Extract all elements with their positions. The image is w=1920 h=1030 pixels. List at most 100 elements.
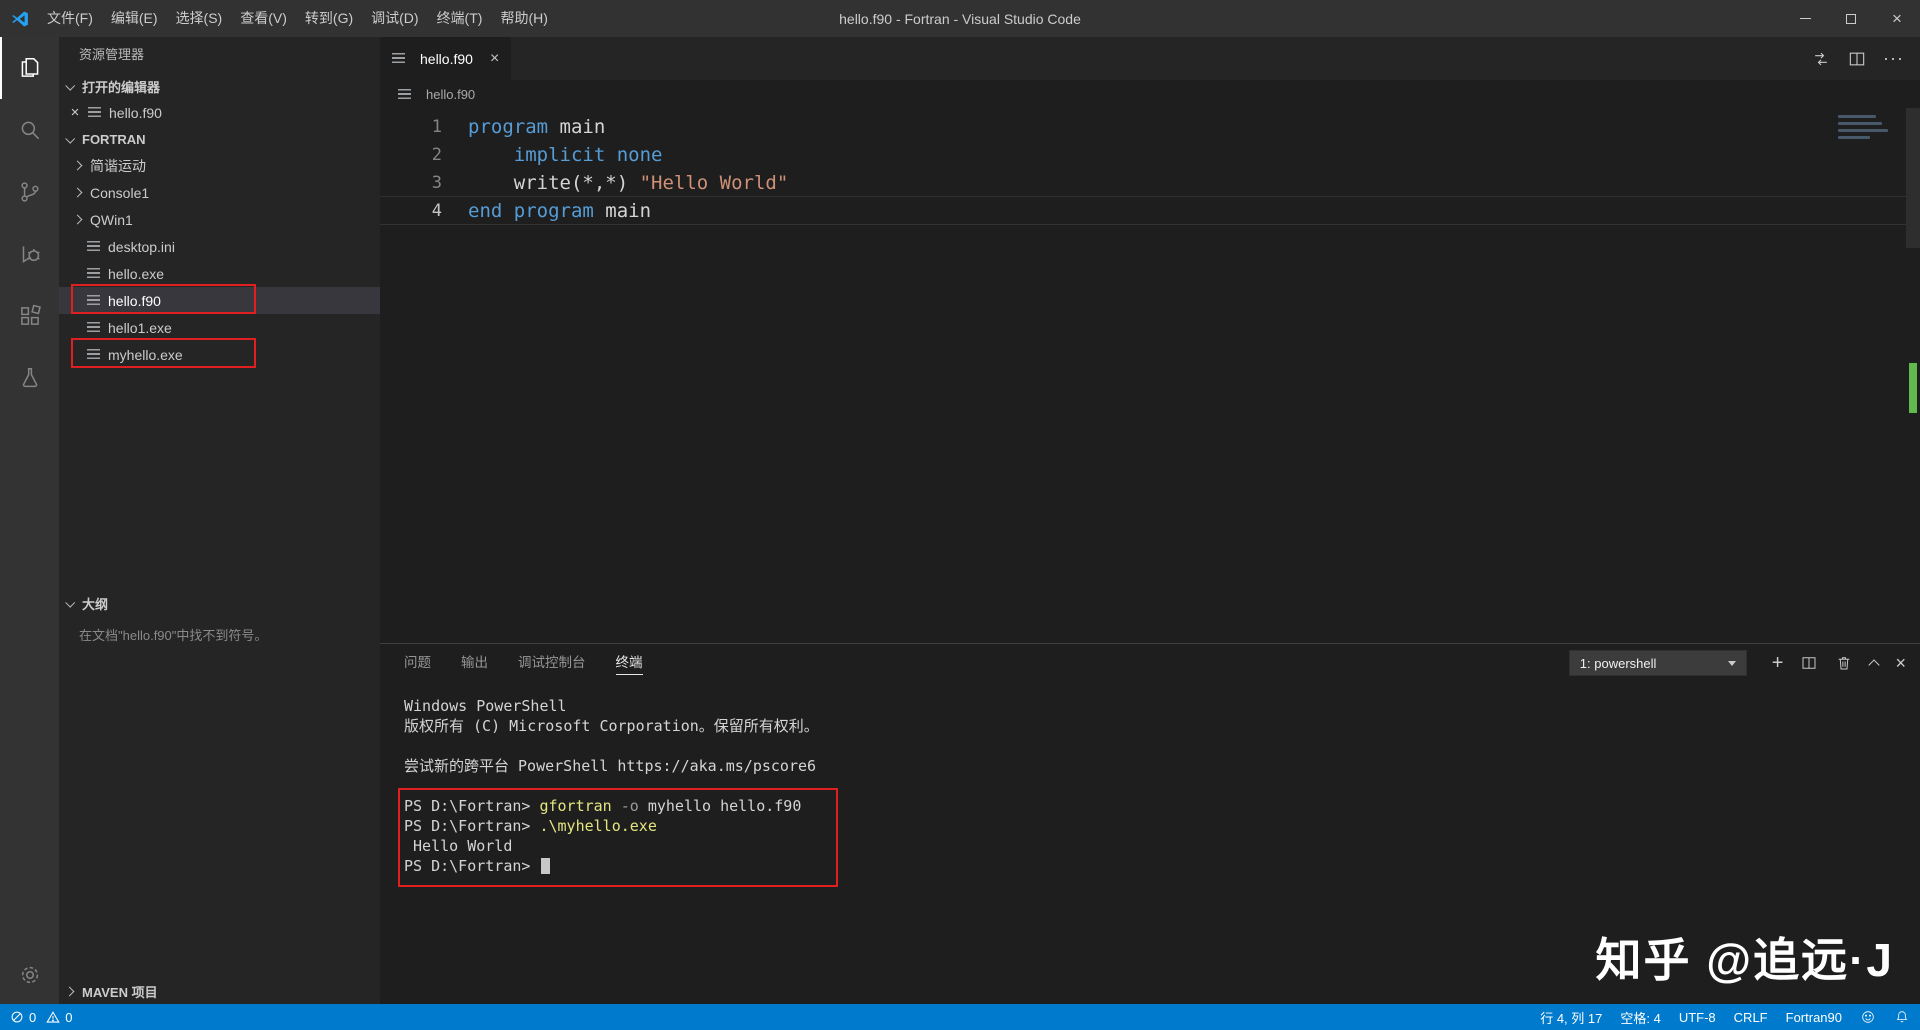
tree-item[interactable]: desktop.ini — [59, 233, 380, 260]
compare-changes-icon[interactable] — [1811, 49, 1831, 69]
scrollbar[interactable] — [1906, 108, 1920, 643]
status-bar: 0 0 行 4, 列 17 空格: 4 UTF-8 CRLF Fortran90 — [0, 1004, 1920, 1030]
minimap[interactable] — [1838, 115, 1898, 143]
activity-bar-run-debug[interactable] — [0, 223, 59, 285]
close-button[interactable]: × — [1874, 0, 1920, 37]
tab-hello-f90[interactable]: hello.f90 × — [380, 37, 512, 80]
tree-item[interactable]: hello.exe — [59, 260, 380, 287]
window-title: hello.f90 - Fortran - Visual Studio Code — [839, 10, 1081, 27]
error-count: 0 — [29, 1009, 37, 1025]
menu-item[interactable]: 调试(D) — [362, 0, 427, 37]
menu-item[interactable]: 帮助(H) — [491, 0, 556, 37]
warning-count: 0 — [65, 1009, 73, 1025]
split-editor-icon[interactable] — [1847, 49, 1867, 69]
chevron-right-icon — [72, 214, 83, 225]
panel-tab[interactable]: 输出 — [461, 644, 488, 682]
split-terminal-icon[interactable] — [1800, 654, 1818, 672]
run-debug-icon — [22, 246, 40, 263]
minimize-button[interactable] — [1782, 0, 1828, 37]
tree-item[interactable]: QWin1 — [59, 206, 380, 233]
terminal-line: Hello World — [404, 837, 513, 855]
close-icon[interactable]: × — [67, 104, 83, 121]
file-icon — [87, 322, 100, 333]
menu-item[interactable]: 转到(G) — [296, 0, 362, 37]
tree-item-label: Console1 — [90, 184, 150, 201]
tab-label: hello.f90 — [420, 50, 473, 67]
tree-item[interactable]: myhello.exe — [59, 338, 380, 368]
code-line[interactable]: 3 write(*,*) "Hello World" — [380, 169, 1920, 197]
panel-tab[interactable]: 终端 — [615, 644, 643, 682]
overview-ruler-marker — [1909, 363, 1917, 413]
sidebar-title: 资源管理器 — [79, 47, 145, 62]
window-controls: × — [1782, 0, 1920, 37]
error-icon — [11, 1011, 23, 1023]
terminal-selector[interactable]: 1: powershell — [1568, 650, 1747, 676]
settings-gear-icon — [21, 966, 38, 984]
notifications[interactable] — [1894, 1004, 1910, 1030]
eol-sequence[interactable]: CRLF — [1734, 1004, 1768, 1030]
fortran-folder-header[interactable]: FORTRAN — [59, 126, 380, 152]
close-panel-icon[interactable]: × — [1895, 654, 1906, 672]
panel-tab[interactable]: 问题 — [404, 644, 431, 682]
terminal-line: 尝试新的跨平台 PowerShell https://aka.ms/pscore… — [404, 757, 817, 775]
indentation[interactable]: 空格: 4 — [1620, 1004, 1660, 1030]
encoding[interactable]: UTF-8 — [1679, 1004, 1716, 1030]
new-terminal-icon[interactable]: + — [1772, 653, 1784, 673]
tree-item[interactable]: hello1.exe — [59, 314, 380, 341]
terminal-line: Windows PowerShell — [404, 697, 567, 715]
maven-projects-header[interactable]: MAVEN 项目 — [59, 978, 380, 1004]
tree-item[interactable]: Console1 — [59, 179, 380, 206]
panel-actions: 1: powershell + × — [1568, 650, 1906, 676]
language-mode[interactable]: Fortran90 — [1786, 1004, 1842, 1030]
breadcrumb[interactable]: hello.f90 — [380, 80, 1920, 108]
cursor-position[interactable]: 行 4, 列 17 — [1540, 1004, 1602, 1030]
problems-indicator[interactable]: 0 0 — [10, 1004, 72, 1030]
file-icon — [87, 241, 100, 252]
code-line[interactable]: 4 end program main — [380, 196, 1920, 225]
line-number: 3 — [431, 173, 442, 193]
open-editors-header[interactable]: 打开的编辑器 — [59, 73, 380, 99]
menu-item[interactable]: 终端(T) — [428, 0, 492, 37]
maven-projects-label: MAVEN 项目 — [82, 984, 158, 1000]
menu-item[interactable]: 文件(F) — [38, 0, 102, 37]
activity-bar-test[interactable] — [0, 347, 59, 409]
open-editor-item[interactable]: × hello.f90 — [59, 99, 380, 126]
tree-item[interactable]: hello.f90 — [59, 284, 380, 314]
extensions-icon — [20, 304, 41, 325]
code-editor[interactable]: 1 program main 2 implicit none 3 write(*,*)… — [380, 108, 1920, 643]
tree-item-label: QWin1 — [90, 211, 133, 228]
editor-tab-bar: hello.f90 × ··· — [380, 37, 1920, 80]
outline-header[interactable]: 大纲 — [59, 590, 380, 616]
maximize-button[interactable] — [1828, 0, 1874, 37]
code-line[interactable]: 2 implicit none — [380, 141, 1920, 169]
file-icon — [87, 268, 100, 279]
menu-item[interactable]: 选择(S) — [167, 0, 232, 37]
menu-item[interactable]: 编辑(E) — [102, 0, 167, 37]
file-icon — [87, 349, 100, 360]
open-editors-list: × hello.f90 — [59, 99, 380, 126]
line-number: 4 — [431, 201, 442, 221]
outline-label: 大纲 — [82, 596, 109, 612]
menu-item[interactable]: 查看(V) — [231, 0, 296, 37]
tree-item-label: 简谐运动 — [90, 157, 146, 174]
breadcrumb-item[interactable]: hello.f90 — [426, 87, 475, 102]
code-line[interactable]: 1 program main — [380, 113, 1920, 141]
chevron-right-icon — [64, 986, 75, 996]
tab-close-icon[interactable]: × — [490, 50, 499, 68]
vscode-logo-icon — [10, 9, 30, 29]
feedback-smiley[interactable] — [1860, 1004, 1876, 1030]
kill-terminal-trash-icon[interactable] — [1835, 654, 1853, 672]
activity-bar-extensions[interactable] — [0, 285, 59, 347]
more-actions-icon[interactable]: ··· — [1883, 48, 1904, 69]
scrollbar-slider[interactable] — [1906, 108, 1920, 248]
panel-tab[interactable]: 调试控制台 — [518, 644, 586, 682]
tree-item[interactable]: 简谐运动 — [59, 152, 380, 179]
maximize-panel-icon[interactable] — [1868, 659, 1881, 671]
file-icon — [392, 53, 405, 64]
activity-bar-settings[interactable] — [0, 946, 59, 1004]
activity-bar-source-control[interactable] — [0, 161, 59, 223]
activity-bar-search[interactable] — [0, 99, 59, 161]
line-number: 1 — [431, 117, 442, 137]
activity-bar-explorer[interactable] — [0, 37, 59, 99]
